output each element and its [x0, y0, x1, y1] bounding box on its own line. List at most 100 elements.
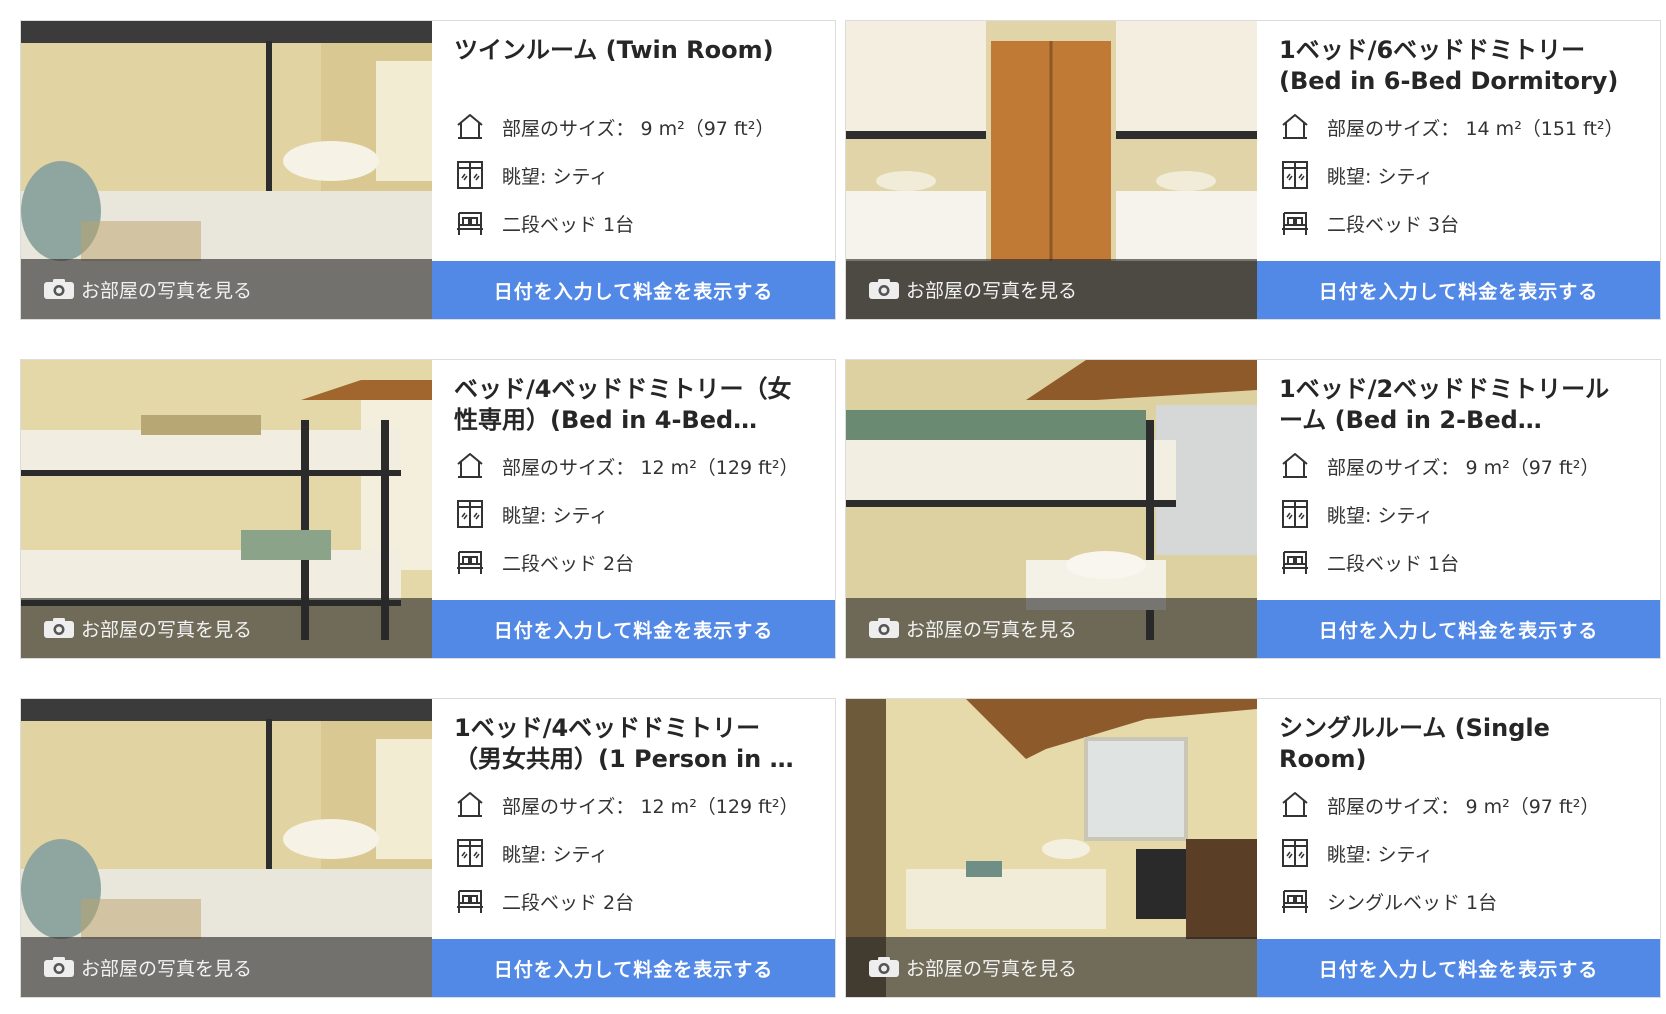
house-outline-icon: [1282, 453, 1308, 478]
room-title[interactable]: 1ベッド/4ベッドドミトリー（男女共用）(1 Person in 4-Bed D…: [454, 713, 806, 775]
camera-icon: [44, 279, 74, 299]
room-bed: 二段ベッド 2台: [502, 891, 635, 914]
camera-icon: [869, 279, 899, 299]
view-photos-link[interactable]: お部屋の写真を見る: [846, 598, 1257, 658]
room-card: お部屋の写真を見る 1ベッド/4ベッドドミトリー（男女共用）(1 Person …: [20, 698, 836, 998]
bed-icon: [457, 212, 483, 235]
window-icon: [1282, 500, 1308, 528]
room-info: シングルルーム (Single Room) 部屋のサイズ： 9 m²（97 ft…: [1257, 699, 1660, 997]
room-info: ベッド/4ベッドドミトリー（女性専用）(Bed in 4-Bed Dormito…: [432, 360, 835, 658]
camera-icon: [869, 957, 899, 977]
room-info: 1ベッド/6ベッドドミトリー (Bed in 6-Bed Dormitory) …: [1257, 21, 1660, 319]
room-card: お部屋の写真を見る シングルルーム (Single Room) 部屋のサイズ： …: [845, 698, 1661, 998]
room-info: 1ベッド/4ベッドドミトリー（男女共用）(1 Person in 4-Bed D…: [432, 699, 835, 997]
room-title[interactable]: 1ベッド/2ベッドドミトリールーム (Bed in 2-Bed Dormitor…: [1279, 374, 1631, 436]
room-card: お部屋の写真を見る 1ベッド/2ベッドドミトリールーム (Bed in 2-Be…: [845, 359, 1661, 659]
room-bed-row: 二段ベッド 2台: [454, 544, 806, 580]
room-photo[interactable]: お部屋の写真を見る: [21, 360, 432, 658]
view-photos-link[interactable]: お部屋の写真を見る: [846, 937, 1257, 997]
room-photo[interactable]: お部屋の写真を見る: [21, 21, 432, 319]
room-bed-row: 二段ベッド 1台: [454, 205, 806, 241]
house-outline-icon: [457, 114, 483, 139]
house-outline-icon: [457, 453, 483, 478]
room-photo[interactable]: お部屋の写真を見る: [21, 699, 432, 997]
view-photos-link[interactable]: お部屋の写真を見る: [21, 259, 432, 319]
house-outline-icon: [457, 792, 483, 817]
room-bed: シングルベッド 1台: [1327, 891, 1498, 914]
house-outline-icon: [1282, 114, 1308, 139]
room-bed: 二段ベッド 3台: [1327, 213, 1460, 236]
bed-icon: [1282, 212, 1308, 235]
view-photos-label: お部屋の写真を見る: [81, 618, 253, 641]
room-bed-row: 二段ベッド 2台: [454, 883, 806, 919]
room-bed-row: 二段ベッド 1台: [1279, 544, 1631, 580]
room-size: 部屋のサイズ： 9 m²（97 ft²）: [502, 117, 775, 140]
room-view: 眺望: シティ: [1327, 504, 1434, 527]
room-title[interactable]: シングルルーム (Single Room): [1279, 713, 1631, 775]
view-photos-link[interactable]: お部屋の写真を見る: [21, 598, 432, 658]
room-card: お部屋の写真を見る ツインルーム (Twin Room) 部屋のサイズ： 9 m…: [20, 20, 836, 320]
show-price-button[interactable]: 日付を入力して料金を表示する: [1257, 600, 1660, 658]
show-price-button[interactable]: 日付を入力して料金を表示する: [432, 600, 835, 658]
room-bed-row: シングルベッド 1台: [1279, 883, 1631, 919]
room-bed-row: 二段ベッド 3台: [1279, 205, 1631, 241]
room-info: ツインルーム (Twin Room) 部屋のサイズ： 9 m²（97 ft²） …: [432, 21, 835, 319]
show-price-button[interactable]: 日付を入力して料金を表示する: [1257, 939, 1660, 997]
room-size-row: 部屋のサイズ： 12 m²（129 ft²）: [454, 787, 806, 823]
room-photo[interactable]: お部屋の写真を見る: [846, 21, 1257, 319]
room-title[interactable]: 1ベッド/6ベッドドミトリー (Bed in 6-Bed Dormitory): [1279, 35, 1631, 97]
window-icon: [457, 500, 483, 528]
bed-icon: [457, 890, 483, 913]
bed-icon: [1282, 890, 1308, 913]
room-size: 部屋のサイズ： 14 m²（151 ft²）: [1327, 117, 1624, 140]
room-card: お部屋の写真を見る 1ベッド/6ベッドドミトリー (Bed in 6-Bed D…: [845, 20, 1661, 320]
show-price-button[interactable]: 日付を入力して料金を表示する: [432, 939, 835, 997]
room-view: 眺望: シティ: [1327, 843, 1434, 866]
window-icon: [457, 839, 483, 867]
view-photos-label: お部屋の写真を見る: [906, 279, 1078, 302]
room-view: 眺望: シティ: [502, 843, 609, 866]
view-photos-label: お部屋の写真を見る: [81, 279, 253, 302]
room-size-row: 部屋のサイズ： 9 m²（97 ft²）: [1279, 787, 1631, 823]
room-bed: 二段ベッド 2台: [502, 552, 635, 575]
room-view-row: 眺望: シティ: [1279, 496, 1631, 532]
view-photos-link[interactable]: お部屋の写真を見る: [21, 937, 432, 997]
room-view-row: 眺望: シティ: [454, 496, 806, 532]
room-size-row: 部屋のサイズ： 14 m²（151 ft²）: [1279, 109, 1631, 145]
room-card: お部屋の写真を見る ベッド/4ベッドドミトリー（女性専用）(Bed in 4-B…: [20, 359, 836, 659]
room-size-row: 部屋のサイズ： 9 m²（97 ft²）: [1279, 448, 1631, 484]
room-size: 部屋のサイズ： 9 m²（97 ft²）: [1327, 795, 1600, 818]
view-photos-label: お部屋の写真を見る: [81, 957, 253, 980]
view-photos-link[interactable]: お部屋の写真を見る: [846, 259, 1257, 319]
window-icon: [457, 161, 483, 189]
view-photos-label: お部屋の写真を見る: [906, 957, 1078, 980]
window-icon: [1282, 161, 1308, 189]
show-price-button[interactable]: 日付を入力して料金を表示する: [1257, 261, 1660, 319]
bed-icon: [457, 551, 483, 574]
view-photos-label: お部屋の写真を見る: [906, 618, 1078, 641]
room-size-row: 部屋のサイズ： 9 m²（97 ft²）: [454, 109, 806, 145]
room-view: 眺望: シティ: [1327, 165, 1434, 188]
room-size: 部屋のサイズ： 12 m²（129 ft²）: [502, 456, 799, 479]
room-view-row: 眺望: シティ: [1279, 835, 1631, 871]
room-title[interactable]: ベッド/4ベッドドミトリー（女性専用）(Bed in 4-Bed Dormito…: [454, 374, 806, 436]
room-view-row: 眺望: シティ: [454, 835, 806, 871]
show-price-button[interactable]: 日付を入力して料金を表示する: [432, 261, 835, 319]
room-size: 部屋のサイズ： 9 m²（97 ft²）: [1327, 456, 1600, 479]
room-view-row: 眺望: シティ: [454, 157, 806, 193]
room-bed: 二段ベッド 1台: [1327, 552, 1460, 575]
bed-icon: [1282, 551, 1308, 574]
camera-icon: [44, 618, 74, 638]
room-photo[interactable]: お部屋の写真を見る: [846, 360, 1257, 658]
room-photo[interactable]: お部屋の写真を見る: [846, 699, 1257, 997]
room-bed: 二段ベッド 1台: [502, 213, 635, 236]
room-size-row: 部屋のサイズ： 12 m²（129 ft²）: [454, 448, 806, 484]
camera-icon: [869, 618, 899, 638]
room-view-row: 眺望: シティ: [1279, 157, 1631, 193]
room-size: 部屋のサイズ： 12 m²（129 ft²）: [502, 795, 799, 818]
room-view: 眺望: シティ: [502, 165, 609, 188]
room-info: 1ベッド/2ベッドドミトリールーム (Bed in 2-Bed Dormitor…: [1257, 360, 1660, 658]
room-title[interactable]: ツインルーム (Twin Room): [454, 35, 806, 66]
room-list: お部屋の写真を見る ツインルーム (Twin Room) 部屋のサイズ： 9 m…: [0, 0, 1666, 1014]
room-view: 眺望: シティ: [502, 504, 609, 527]
